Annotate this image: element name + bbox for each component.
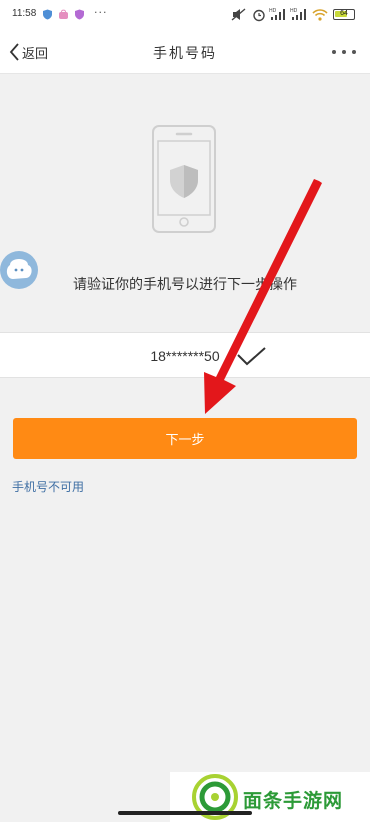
more-button[interactable] <box>330 42 358 62</box>
phone-unavailable-link[interactable]: 手机号不可用 <box>12 478 84 495</box>
signal-hd-icon: HD <box>290 8 306 20</box>
svg-text:HD: HD <box>269 8 277 14</box>
alarm-icon <box>253 9 265 22</box>
signal-hd-icon: HD <box>269 8 285 20</box>
page-title: 手机号码 <box>153 46 217 62</box>
battery-level: 64 <box>340 10 348 17</box>
nav-bar: 返回 手机号码 <box>0 30 370 74</box>
next-step-button[interactable]: 下一步 <box>13 418 357 459</box>
svg-text:HD: HD <box>290 8 298 14</box>
check-icon <box>237 347 266 366</box>
wifi-icon <box>312 9 328 21</box>
bag-app-icon <box>59 9 68 19</box>
status-time: 11:58 <box>12 8 37 19</box>
watermark-text: 面条手游网 <box>243 790 344 812</box>
status-more-dots: ··· <box>94 6 108 19</box>
red-annotation-arrow <box>204 179 322 414</box>
mute-icon <box>231 8 246 21</box>
battery-icon: 64 <box>333 9 355 20</box>
phone-number: 18*******50 <box>150 348 220 364</box>
heart-app-icon <box>75 9 84 20</box>
phone-shield-icon <box>152 125 216 233</box>
home-indicator <box>118 811 252 815</box>
shield-app-icon <box>43 9 52 20</box>
verify-prompt: 请验证你的手机号以进行下一步操作 <box>73 277 297 293</box>
status-bar: 11:58 ··· HD HD 64 <box>0 0 370 30</box>
phone-number-row: 18*******50 <box>0 332 370 378</box>
